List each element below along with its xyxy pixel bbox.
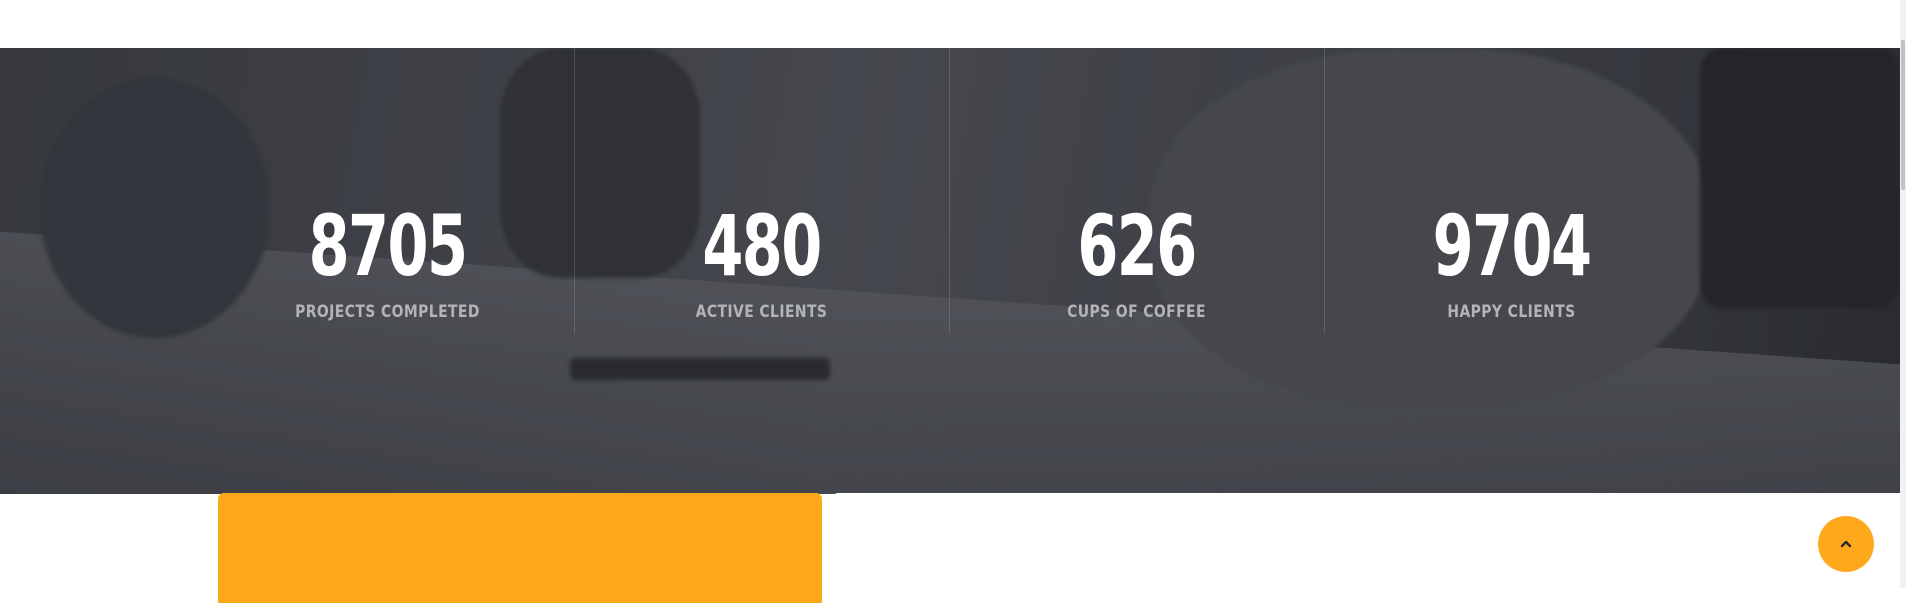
stat-label: CUPS OF COFFEE <box>1067 302 1206 322</box>
stat-happy-clients: 9704 HAPPY CLIENTS <box>1324 198 1699 322</box>
feature-card-orange <box>218 493 822 603</box>
stat-projects-completed: 8705 PROJECTS COMPLETED <box>200 198 575 322</box>
stat-value: 9704 <box>1432 197 1592 295</box>
stat-value: 8705 <box>308 197 468 295</box>
stats-section: 8705 PROJECTS COMPLETED 480 ACTIVE CLIEN… <box>0 48 1900 494</box>
scrollbar-thumb[interactable] <box>1901 40 1905 190</box>
stat-label: PROJECTS COMPLETED <box>295 302 480 322</box>
stat-label: ACTIVE CLIENTS <box>695 302 828 322</box>
scrollbar[interactable] <box>1900 0 1906 588</box>
stat-label: HAPPY CLIENTS <box>1447 302 1576 322</box>
feature-card-white <box>832 493 1900 603</box>
stat-cups-of-coffee: 626 CUPS OF COFFEE <box>949 198 1324 322</box>
chevron-up-icon <box>1840 540 1852 548</box>
stat-active-clients: 480 ACTIVE CLIENTS <box>574 198 949 322</box>
stat-value: 480 <box>702 197 822 295</box>
stat-value: 626 <box>1077 197 1197 295</box>
back-to-top-button[interactable] <box>1818 516 1874 572</box>
header-strip <box>0 0 1900 48</box>
